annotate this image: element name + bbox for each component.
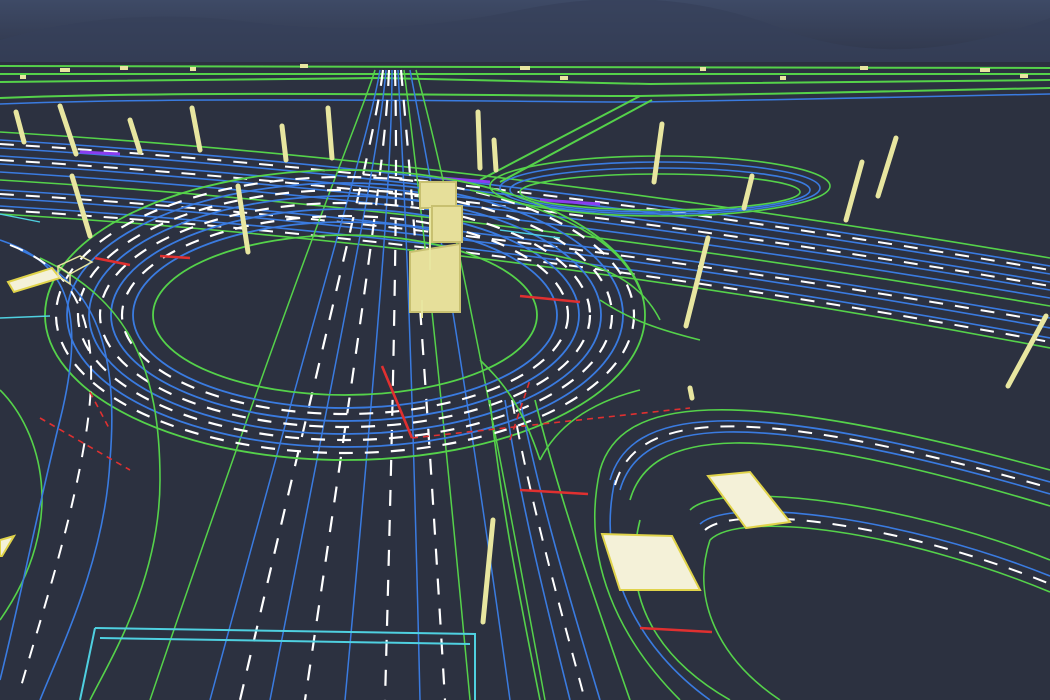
map-viewport[interactable] (0, 0, 1050, 700)
map-canvas[interactable] (0, 0, 1050, 700)
sky-horizon (0, 0, 1050, 62)
